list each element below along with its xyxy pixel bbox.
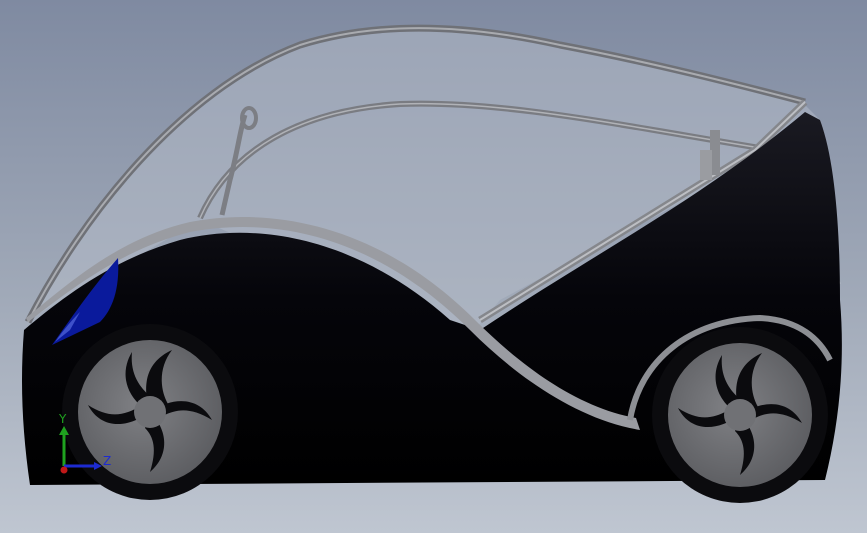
car-model[interactable] bbox=[0, 0, 867, 533]
triad-y-label: Y bbox=[59, 412, 67, 426]
triad-z-label: Z bbox=[103, 454, 112, 468]
reference-triad: Y Z bbox=[52, 408, 122, 478]
x-axis-origin bbox=[60, 466, 68, 474]
graphics-viewport[interactable]: Y Z bbox=[0, 0, 867, 533]
